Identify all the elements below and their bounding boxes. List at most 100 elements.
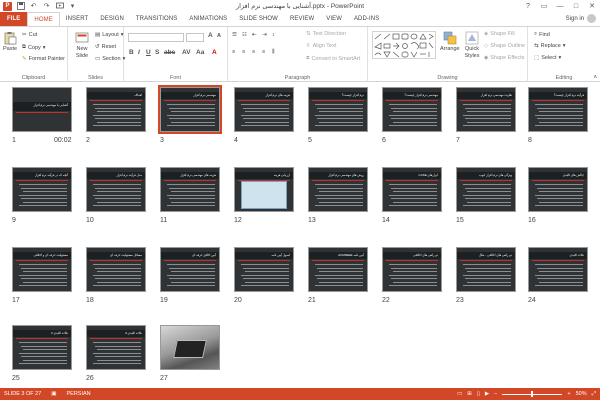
font-color-icon[interactable]: A [212,49,217,56]
tab-animations[interactable]: ANIMATIONS [183,12,233,26]
slide-thumbnail[interactable]: مهندسی نرم افزار [158,85,222,134]
change-case-icon[interactable]: Aa [196,49,204,56]
slide-thumbnail[interactable]: نرم افزار چیست؟ [308,87,368,132]
align-right-icon[interactable]: ≡ [252,49,255,55]
replace-button[interactable]: ⇆ Replace ▾ [534,43,566,49]
font-size-combo[interactable] [186,33,204,42]
slide-thumbnail[interactable]: تفاوت مهندسی نرم افزار [456,87,516,132]
char-spacing-icon[interactable]: AV [182,49,191,56]
increase-indent-icon[interactable]: ⇥ [262,32,267,38]
tab-insert[interactable]: INSERT [60,12,95,26]
select-button[interactable]: ⬚ Select ▾ [534,55,561,61]
underline-icon[interactable]: U [146,49,151,56]
slide-thumbnail[interactable]: هزینه های نرم افزار [234,87,294,132]
decrease-indent-icon[interactable]: ⇤ [252,32,257,38]
tab-file[interactable]: FILE [0,12,28,26]
zoom-slider-knob[interactable] [531,390,534,397]
text-direction-button[interactable]: ⇅ Text Direction [306,31,346,37]
customize-icon[interactable]: ▾ [68,2,77,11]
slideshow-view-icon[interactable]: ▶ [485,391,489,397]
collapse-ribbon-icon[interactable]: ˄ [593,75,597,81]
slide-thumbnail[interactable]: دو راهی های اخلاقی - مثال [456,247,516,292]
slide-thumbnail[interactable]: ابزارهای CASE [382,167,442,212]
shape-effects-button[interactable]: ◆ Shape Effects [484,55,524,61]
align-text-button[interactable]: ⇳ Align Text [306,43,336,49]
slideshow-icon[interactable] [55,2,64,11]
zoom-in-icon[interactable]: + [567,391,570,397]
quick-styles-button[interactable]: Quick Styles [462,31,482,60]
slide-thumbnail[interactable]: فرآیند نرم افزار چیست؟ [528,87,588,132]
slide-thumbnail[interactable]: مهندسی نرم افزار چیست؟ [382,87,442,132]
paste-button[interactable]: Paste [3,31,17,52]
numbering-icon[interactable]: ☷ [242,32,247,38]
shadow-icon[interactable]: S [155,49,159,56]
shape-outline-button[interactable]: ◇ Shape Outline [484,43,525,49]
slide-thumbnail[interactable]: ارزیابی هزینه [234,167,294,212]
cut-button[interactable]: ✂ Cut [22,32,37,38]
slide-thumbnail[interactable]: روش های مهندسی نرم افزار [308,167,368,212]
slide-thumbnail[interactable]: نکات کلیدی 3 [86,325,146,370]
slide-thumbnail[interactable]: دو راهی های اخلاقی [382,247,442,292]
shapes-gallery[interactable] [372,31,436,59]
language-indicator[interactable]: PERSIAN [67,391,91,397]
new-slide-button[interactable]: New Slide [71,31,93,60]
slide-thumbnail[interactable]: نکات کلیدی [528,247,588,292]
slide-thumbnail[interactable]: آنچه که در فرآیند نرم افزار [12,167,72,212]
shrink-font-icon[interactable]: A [217,33,221,39]
format-painter-button[interactable]: ✎ Format Painter [22,56,65,62]
slide-sorter-view-icon[interactable]: ⊞ [467,391,472,397]
tab-review[interactable]: REVIEW [284,12,320,26]
tab-design[interactable]: DESIGN [94,12,130,26]
section-button[interactable]: ▭ Section ▾ [95,56,125,62]
tab-slide-show[interactable]: SLIDE SHOW [233,12,284,26]
slide-thumbnail[interactable]: هزینه های مهندسی نرم افزار [160,167,220,212]
zoom-slider[interactable] [502,390,563,397]
redo-icon[interactable]: ↷ [42,2,51,11]
slide-thumbnail[interactable] [160,325,220,370]
bold-icon[interactable]: B [129,49,134,56]
slide-thumbnail[interactable]: مسائل مسئولیت حرفه ای [86,247,146,292]
ribbon-display-icon[interactable]: ▭ [536,0,552,12]
align-center-icon[interactable]: ≡ [242,49,245,55]
line-spacing-icon[interactable]: ↕ [272,32,275,38]
slide-thumbnail[interactable]: چالش های کلیدی [528,167,588,212]
strikethrough-icon[interactable]: abc [164,49,175,56]
shape-fill-button[interactable]: ◈ Shape Fill [484,31,515,37]
italic-icon[interactable]: I [138,49,140,56]
find-button[interactable]: ⌕ Find [534,31,550,38]
slide-thumbnail[interactable]: ویژگی های نرم افزار خوب [456,167,516,212]
sign-in[interactable]: Sign in [566,14,596,23]
tab-add-ins[interactable]: ADD-INS [348,12,385,26]
tab-view[interactable]: VIEW [320,12,348,26]
zoom-out-icon[interactable]: − [494,391,497,397]
slide-thumbnail[interactable]: نکات کلیدی 2 [12,325,72,370]
align-left-icon[interactable]: ≡ [232,49,235,55]
maximize-icon[interactable]: □ [568,0,584,12]
reset-button[interactable]: ↺ Reset [95,44,116,50]
minimize-icon[interactable]: — [552,0,568,12]
slide-thumbnail[interactable]: آیین اخلاق حرفه ای [160,247,220,292]
undo-icon[interactable]: ↶ [29,2,38,11]
slide-thumbnail[interactable]: مدل فرآیند نرم افزار [86,167,146,212]
fit-to-window-icon[interactable]: ⤢ [592,391,596,398]
grow-font-icon[interactable]: A [208,32,213,39]
font-name-combo[interactable] [128,33,184,42]
convert-smartart-button[interactable]: ⧈ Convert to SmartArt [306,55,360,62]
tab-home[interactable]: HOME [27,12,60,26]
slide-thumbnail[interactable]: اهداف [86,87,146,132]
layout-button[interactable]: ▤ Layout ▾ [95,32,123,38]
help-icon[interactable]: ? [520,0,536,12]
arrange-button[interactable]: Arrange [440,31,460,52]
zoom-level[interactable]: 50% [576,391,587,397]
close-icon[interactable]: ✕ [584,0,600,12]
slide-thumbnail[interactable]: آیین نامه ACM/IEEE [308,247,368,292]
normal-view-icon[interactable]: ▭ [457,391,462,397]
columns-icon[interactable]: ⫼ [272,49,275,56]
slide-thumbnail[interactable]: مسئولیت حرفه ای و اخلاقی [12,247,72,292]
slide-thumbnail[interactable]: اصول آیین نامه [234,247,294,292]
tab-transitions[interactable]: TRANSITIONS [130,12,183,26]
slide-thumbnail[interactable]: آشنایی با مهندسی نرم افزار [12,87,72,132]
bullets-icon[interactable]: ☰ [232,32,237,38]
justify-icon[interactable]: ≡ [262,49,265,55]
save-icon[interactable] [16,1,25,11]
